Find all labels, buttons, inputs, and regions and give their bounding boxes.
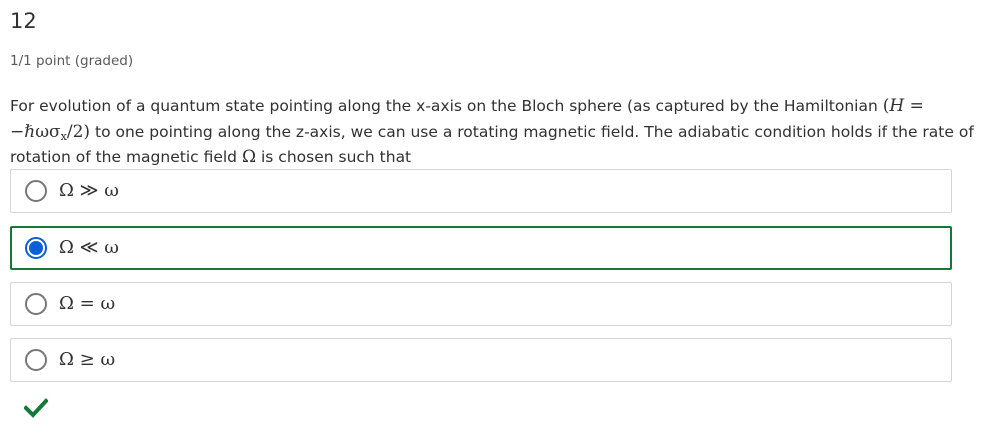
answer-option-2[interactable]: Ω ≪ ω xyxy=(10,226,952,270)
hamiltonian-lhs: H xyxy=(889,96,905,116)
problem-number: 12 xyxy=(10,9,37,33)
question-part-2: to one pointing along the z-axis, we can… xyxy=(10,122,974,167)
hamiltonian-tail: /2) xyxy=(66,121,91,142)
radio-button-selected[interactable] xyxy=(25,237,47,259)
option-label: Ω = ω xyxy=(59,293,116,314)
question-part-1: For evolution of a quantum state pointin… xyxy=(10,97,883,115)
question-text: For evolution of a quantum state pointin… xyxy=(10,94,980,171)
option-label: Ω ≫ ω xyxy=(59,180,119,201)
problem-points: 1/1 point (graded) xyxy=(10,53,134,69)
checkmark-icon xyxy=(24,398,48,418)
radio-button[interactable] xyxy=(25,293,47,315)
answer-option-1[interactable]: Ω ≫ ω xyxy=(10,169,952,213)
option-label: Ω ≪ ω xyxy=(59,237,119,258)
option-label: Ω ≥ ω xyxy=(59,349,116,370)
radio-button[interactable] xyxy=(25,180,47,202)
omega-symbol: Ω xyxy=(241,147,257,167)
question-part-3: is chosen such that xyxy=(256,148,412,166)
answer-option-4[interactable]: Ω ≥ ω xyxy=(10,338,952,382)
answer-option-3[interactable]: Ω = ω xyxy=(10,282,952,326)
radio-button[interactable] xyxy=(25,349,47,371)
